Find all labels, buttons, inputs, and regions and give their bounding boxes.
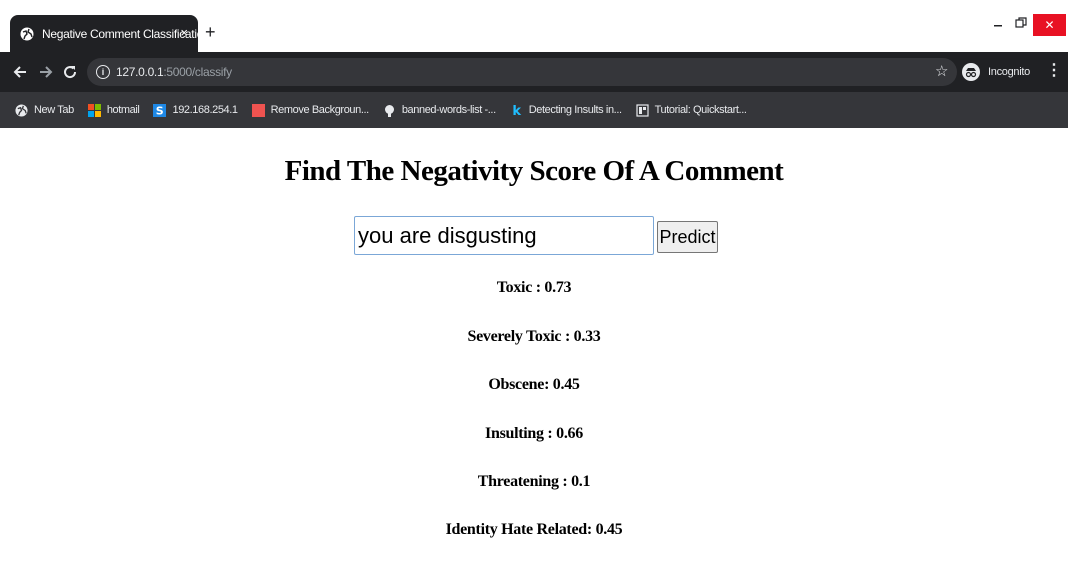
window-close-button[interactable]: ✕ [1033, 14, 1066, 36]
bookmark-new-tab[interactable]: New Tab [15, 103, 74, 117]
bookmark-star-icon[interactable]: ☆ [935, 62, 948, 80]
page-title: Find The Negativity Score Of A Comment [284, 155, 784, 187]
forward-arrow-icon[interactable] [36, 62, 56, 82]
info-icon[interactable]: i [96, 65, 110, 79]
bookmark-router[interactable]: S 192.168.254.1 [153, 103, 238, 117]
reload-icon[interactable] [60, 62, 80, 82]
s-icon: S [153, 103, 167, 117]
remove-bg-icon [251, 103, 265, 117]
score-identity-hate: Identity Hate Related: 0.45 [445, 521, 623, 538]
url-text: 127.0.0.1:5000/classify [116, 65, 232, 79]
bookmark-label: hotmail [106, 104, 140, 116]
back-arrow-icon[interactable] [10, 62, 30, 82]
bookmark-remove-bg[interactable]: Remove Backgroun... [251, 103, 370, 117]
svg-text:S: S [156, 104, 164, 117]
github-icon [383, 104, 396, 117]
incognito-icon [962, 63, 980, 81]
bookmark-hotmail[interactable]: hotmail [87, 103, 140, 117]
minimize-button[interactable] [993, 16, 1003, 30]
bookmark-label: Remove Backgroun... [270, 104, 370, 116]
score-threatening: Threatening : 0.1 [477, 473, 591, 490]
score-insulting: Insulting : 0.66 [485, 425, 583, 442]
kaggle-icon: k [510, 104, 523, 117]
incognito-label: Incognito [988, 66, 1030, 78]
browser-tab[interactable]: Negative Comment Classification × [10, 15, 210, 52]
bookmark-label: Tutorial: Quickstart... [654, 104, 747, 116]
browser-menu-icon[interactable]: ⋮ [1046, 62, 1062, 80]
doc-icon [636, 103, 649, 117]
incognito-indicator[interactable]: Incognito [962, 58, 1036, 86]
bookmark-label: 192.168.254.1 [172, 104, 238, 116]
svg-text:k: k [512, 104, 521, 117]
score-obscene: Obscene: 0.45 [488, 376, 580, 393]
browser-toolbar: i 127.0.0.1:5000/classify [0, 52, 1068, 92]
new-tab-button[interactable]: + [205, 22, 216, 42]
score-toxic: Toxic : 0.73 [496, 279, 572, 296]
globe-icon [15, 103, 28, 117]
tab-close-icon[interactable]: × [180, 25, 188, 41]
address-bar[interactable]: i 127.0.0.1:5000/classify [87, 58, 957, 86]
score-severely-toxic: Severely Toxic : 0.33 [467, 328, 601, 345]
bookmark-label: banned-words-list -... [401, 104, 496, 116]
predict-button[interactable]: Predict [657, 221, 718, 253]
url-path: :5000/classify [163, 65, 232, 79]
globe-icon [20, 27, 34, 41]
bookmark-tutorial[interactable]: Tutorial: Quickstart... [636, 103, 747, 117]
bookmarks-bar: New Tab hotmail S 192.168.254.1 Remove B… [0, 92, 1068, 128]
bookmark-banned-words[interactable]: banned-words-list -... [383, 104, 496, 117]
url-host: 127.0.0.1 [116, 65, 164, 79]
page-content: Find The Negativity Score Of A Comment P… [0, 128, 1068, 562]
comment-input[interactable] [354, 216, 654, 255]
bookmark-label: Detecting Insults in... [528, 104, 622, 116]
microsoft-icon [87, 103, 101, 117]
bookmark-detecting-insults[interactable]: k Detecting Insults in... [510, 104, 622, 117]
restore-button[interactable] [1015, 16, 1027, 28]
bookmark-label: New Tab [34, 104, 74, 116]
